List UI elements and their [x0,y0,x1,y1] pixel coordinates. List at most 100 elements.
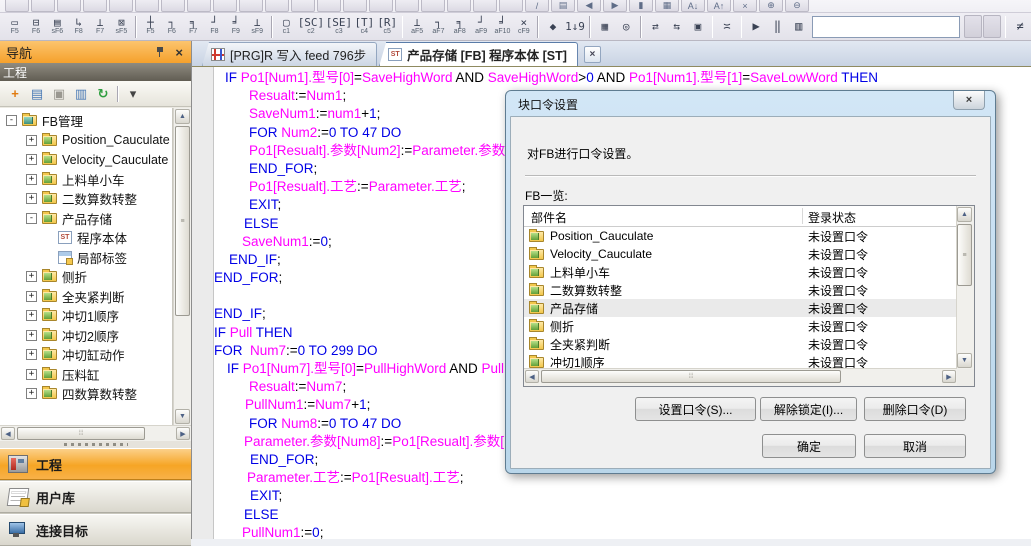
nav-tab-2[interactable]: 用户库 [0,481,191,513]
toolbar-icon-15[interactable] [369,0,393,12]
find-previous-icon[interactable]: ◀ [577,0,601,12]
toolbar-icon-13[interactable] [317,0,341,12]
modify-value-icon[interactable]: ≠ [1010,13,1030,40]
tree-item-9[interactable]: +侧折 [0,267,172,287]
tree-item-5[interactable]: +二数算数转整 [0,189,172,209]
sort-ascending-icon[interactable]: A↓ [681,0,705,12]
find-next-icon[interactable]: ▶ [603,0,627,12]
dialog-close-button[interactable]: × [953,91,985,110]
r-instruction[interactable]: [R]c5 [376,13,398,40]
ladder-vertical-line[interactable]: ⊥F7 [90,13,110,40]
tree-expander-icon[interactable]: + [26,369,37,380]
batch-replace-icon[interactable]: ⇆ [666,13,686,40]
property-info-icon[interactable]: ▥ [72,85,90,103]
toolbar-icon-17[interactable] [421,0,445,12]
t-instruction[interactable]: [T]c4 [353,13,375,40]
ladder-delete-vertical[interactable]: ⊥sF9 [247,13,267,40]
toolbar-icon-18[interactable] [447,0,471,12]
toolbar-icon-12[interactable] [291,0,315,12]
fb-list-row-4[interactable]: 二数算数转整未设置口令 [524,281,957,299]
toolbar-icon-9[interactable] [213,0,237,12]
cancel-button[interactable]: 取消 [864,434,966,458]
project-tree[interactable]: -FB管理+Position_Cauculate+Velocity_Caucul… [0,108,173,425]
tree-item-8[interactable]: 局部标签 [0,248,172,268]
tab-close-button[interactable]: × [584,46,601,63]
ladder-alt-rising-close[interactable]: ┘aF9 [471,13,491,40]
tree-expander-icon[interactable]: + [26,388,37,399]
ladder-alt-vertical[interactable]: ⊥aF5 [407,13,427,40]
tree-expander-icon[interactable]: + [26,271,37,282]
copy-icon[interactable]: ▤ [28,85,46,103]
scroll-right-icon[interactable]: ▶ [942,370,956,383]
nav-tab-1[interactable]: 工程 [0,448,191,480]
pin-icon[interactable] [155,46,165,58]
monitor-start-icon[interactable]: ▶ [746,13,766,40]
cross-reference-icon[interactable]: ▣ [688,13,708,40]
ladder-horizontal-line[interactable]: ⊠sF5 [111,13,131,40]
batch-monitor-icon[interactable]: ▥ [789,13,809,40]
scroll-right-icon[interactable]: ▶ [176,427,190,440]
ladder-falling-pulse[interactable]: ╕F7 [183,13,203,40]
inline-st-box[interactable]: ▢c1 [276,13,296,40]
fb-list-row-5[interactable]: 产品存储未设置口令 [524,299,957,317]
scroll-thumb[interactable]: ≡ [957,224,972,286]
toolbar-icon-11[interactable] [265,0,289,12]
list-horizontal-scrollbar[interactable]: ◀ ⦙⦙⦙ ▶ [524,368,957,386]
tree-expander-icon[interactable]: - [26,213,37,224]
batch-find-icon[interactable]: ◎ [616,13,636,40]
tree-item-1[interactable]: -FB管理 [0,111,172,131]
panel-splitter[interactable] [0,441,191,448]
tree-item-13[interactable]: +冲切缸动作 [0,345,172,365]
tree-horizontal-scrollbar[interactable]: ◀ ⦙⦙⦙ ▶ [0,425,191,442]
paste-icon[interactable]: ▣ [50,85,68,103]
toolbar-icon-14[interactable] [343,0,367,12]
ladder-alt-rising[interactable]: ┐aF7 [428,13,448,40]
tree-expander-icon[interactable]: + [26,330,37,341]
scroll-up-icon[interactable]: ▲ [957,207,972,222]
toolbar-icon-19[interactable] [473,0,497,12]
tree-item-12[interactable]: +冲切2顺序 [0,326,172,346]
new-item-icon[interactable]: + [6,85,24,103]
tree-expander-icon[interactable]: + [26,291,37,302]
scroll-left-icon[interactable]: ◀ [525,370,539,383]
ladder-close-contact[interactable]: ⊟F6 [26,13,46,40]
tree-item-10[interactable]: +全夹紧判断 [0,287,172,307]
ladder-delete[interactable]: ×cF9 [514,13,534,40]
scroll-up-icon[interactable]: ▲ [175,109,190,124]
fb-list-header[interactable]: 部件名 登录状态 [524,206,957,227]
tree-expander-icon[interactable]: + [26,349,37,360]
toolbar-icon-16[interactable] [395,0,419,12]
column-divider[interactable] [802,208,803,224]
fb-list-row-3[interactable]: 上料单小车未设置口令 [524,263,957,281]
toolbar-icon-20[interactable] [499,0,523,12]
ladder-branch[interactable]: ┼F5 [140,13,160,40]
scroll-thumb[interactable]: ⦙⦙⦙ [17,427,145,440]
edit-icon[interactable]: / [525,0,549,12]
zoom-out-icon[interactable]: ⊖ [785,0,809,12]
se-instruction[interactable]: [SE]c3 [325,13,352,40]
ok-button[interactable]: 确定 [762,434,856,458]
toolbar-icon-3[interactable] [57,0,81,12]
sort-descending-icon[interactable]: A↑ [707,0,731,12]
tree-item-3[interactable]: +Velocity_Cauculate [0,150,172,170]
ladder-application-instruction[interactable]: ↳F8 [69,13,89,40]
tree-expander-icon[interactable]: + [26,154,37,165]
toolbar-icon-5[interactable] [109,0,133,12]
ladder-rising-pulse-close[interactable]: ┘F8 [204,13,224,40]
scroll-down-icon[interactable]: ▼ [957,353,972,368]
sc-instruction[interactable]: [SC]c2 [297,13,324,40]
ladder-alt-falling-close[interactable]: ╛aF10 [492,13,512,40]
toolbar-icon-1[interactable] [5,0,29,12]
unlock-button[interactable]: 解除锁定(I)... [760,397,857,421]
tree-expander-icon[interactable]: + [26,135,37,146]
scroll-thumb[interactable]: ⦙⦙⦙ [541,370,841,383]
tree-item-11[interactable]: +冲切1顺序 [0,306,172,326]
ladder-rising-pulse[interactable]: ┐F6 [162,13,182,40]
panel-close-icon[interactable]: × [175,45,183,60]
ladder-alt-falling[interactable]: ╕aF8 [450,13,470,40]
device-find-icon[interactable]: ▦ [595,13,615,40]
zoom-in-icon[interactable]: ⊕ [759,0,783,12]
document-tab-1[interactable]: [PRG]R 写入 feed 796步 [202,42,377,66]
tree-vertical-scrollbar[interactable]: ▲ ≡ ▼ [173,108,191,425]
delete-password-button[interactable]: 删除口令(D) [864,397,966,421]
